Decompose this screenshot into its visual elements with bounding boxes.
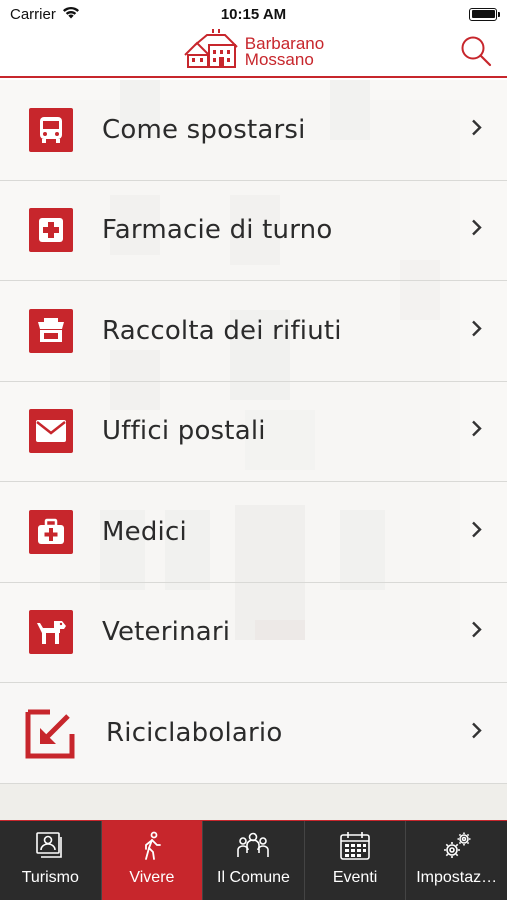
menu-item-label: Farmacie di turno [102,215,333,246]
carrier-label: Carrier [10,5,56,23]
tab-il-comune[interactable]: Il Comune [203,821,305,900]
gears-icon [440,831,474,861]
village-logo-icon [183,28,241,76]
menu-item-label: Veterinari [102,617,231,648]
dog-icon [29,610,73,655]
tab-impostazioni[interactable]: Impostaz… [406,821,507,900]
photo-album-icon [34,831,66,861]
menu-item-veterinari[interactable]: Veterinari [0,582,507,683]
chevron-right-icon [471,621,483,644]
menu-item-label: Raccolta dei rifiuti [102,315,342,346]
menu-item-label: Uffici postali [102,416,266,447]
walking-person-icon [137,831,167,861]
envelope-icon [29,409,73,454]
tab-turismo[interactable]: Turismo [0,821,102,900]
bottom-tab-bar: Turismo Vivere Il Comune Eventi Impostaz… [0,820,507,900]
tab-label: Turismo [21,869,79,886]
menu-item-farmacie-di-turno[interactable]: Farmacie di turno [0,180,507,281]
chevron-right-icon [471,319,483,342]
medical-kit-icon [29,509,73,554]
status-bar: Carrier 10:15 AM [0,0,507,28]
menu-item-label: Come spostarsi [102,114,306,145]
tab-label: Il Comune [217,869,290,886]
menu-list: Come spostarsi Farmacie di turno Raccolt… [0,80,507,784]
waste-bin-icon [29,308,73,353]
tab-label: Impostaz… [416,869,498,886]
search-icon [460,35,492,72]
tab-vivere[interactable]: Vivere [101,821,204,900]
people-group-icon [236,831,270,861]
menu-item-come-spostarsi[interactable]: Come spostarsi [0,80,507,181]
recycle-arrow-icon [24,706,78,760]
tab-label: Eventi [332,869,378,886]
menu-item-label: Riciclabolario [106,717,283,748]
chevron-right-icon [471,118,483,141]
bus-icon [29,107,73,152]
chevron-right-icon [471,520,483,543]
app-logo: Barbarano Mossano [183,28,324,76]
calendar-icon [339,831,371,861]
menu-item-raccolta-dei-rifiuti[interactable]: Raccolta dei rifiuti [0,281,507,382]
tab-label: Vivere [129,869,175,886]
chevron-right-icon [471,420,483,443]
menu-item-riciclabolario[interactable]: Riciclabolario [0,683,507,784]
logo-line-2: Mossano [244,50,314,69]
tab-eventi[interactable]: Eventi [305,821,407,900]
battery-icon [469,7,500,21]
app-header: Barbarano Mossano [0,28,507,78]
menu-item-uffici-postali[interactable]: Uffici postali [0,381,507,482]
logo-text: Barbarano Mossano [244,35,324,69]
menu-item-label: Medici [102,516,187,547]
chevron-right-icon [471,721,483,744]
chevron-right-icon [471,219,483,242]
search-button[interactable] [459,36,493,70]
status-left: Carrier [10,6,80,23]
pharmacy-cross-icon [29,208,73,253]
main-content[interactable]: Come spostarsi Farmacie di turno Raccolt… [0,80,507,820]
wifi-icon [62,6,80,23]
menu-item-medici[interactable]: Medici [0,482,507,583]
